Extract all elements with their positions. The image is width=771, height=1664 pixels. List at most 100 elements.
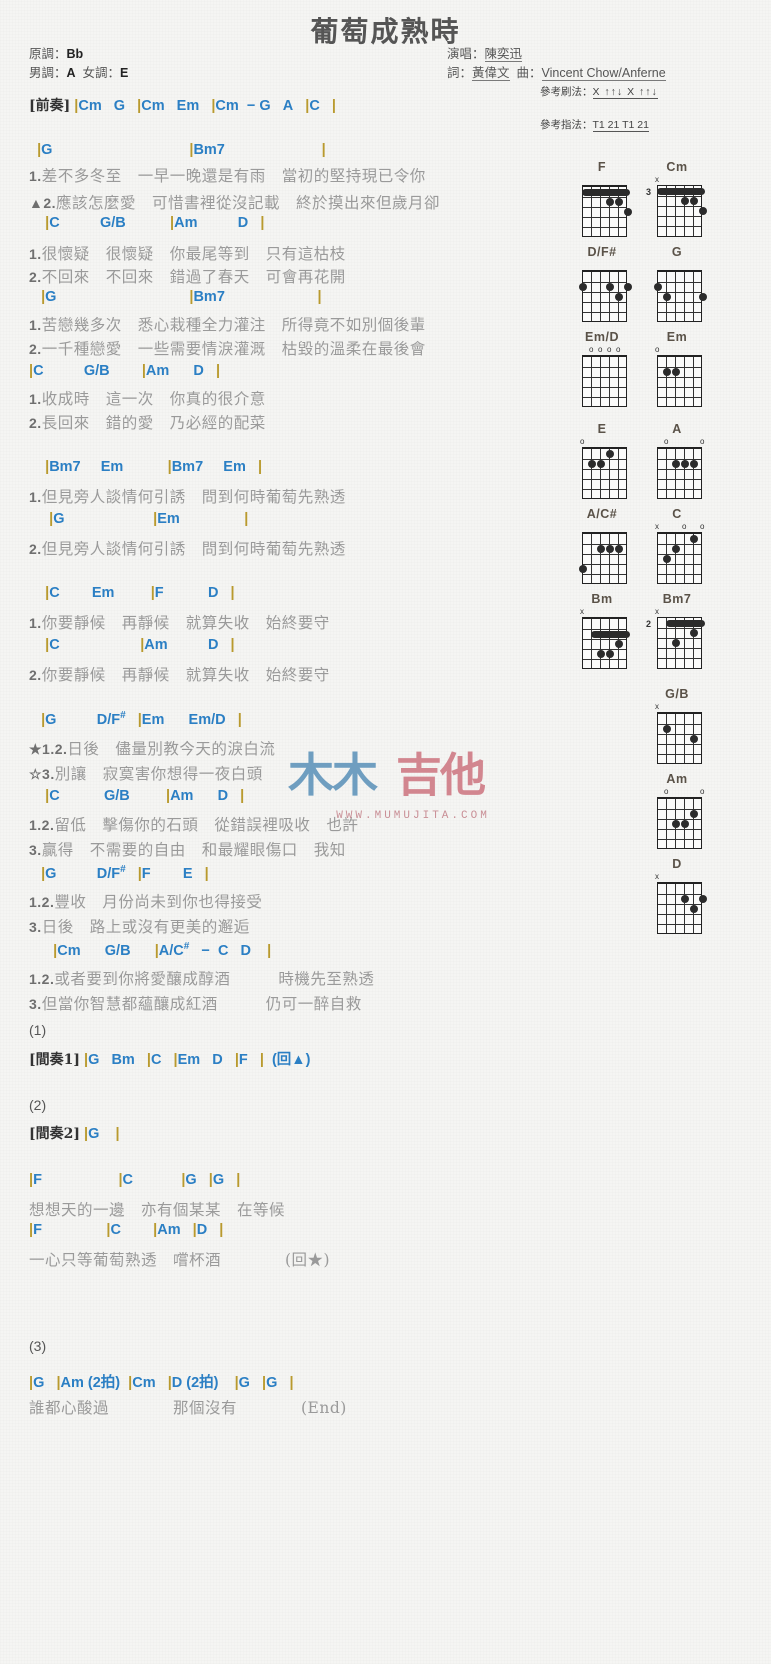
verse-number: 2. <box>29 341 42 357</box>
fret-line <box>583 312 626 313</box>
verse-number: 1. <box>29 168 42 184</box>
section-marker: (3) <box>29 1338 47 1354</box>
open-string-icon: o <box>700 787 705 796</box>
svg-text:木木: 木木 <box>288 748 378 802</box>
finger-dot <box>606 545 614 553</box>
section-tag: [間奏2] <box>29 1126 80 1142</box>
chord-diagram-cm: Cm x 3 <box>646 160 707 241</box>
chord-line: [間奏1] |G Bm |C |Em D |F | (回▲) <box>29 1052 311 1068</box>
lyric-line: 1.收成時 這一次 你真的很介意 <box>29 390 266 408</box>
chord-line: |G |Bm7 | <box>41 289 322 305</box>
open-string-icon: o <box>700 522 705 531</box>
fretboard-grid <box>657 447 702 499</box>
finger-dot <box>606 450 614 458</box>
chord-diagram-name: D <box>672 857 682 871</box>
chord-line: |G |Em | <box>49 511 249 527</box>
female-key-label: 女調： <box>82 66 121 80</box>
chord-diagram-bm7: Bm7 x 2 <box>646 592 706 673</box>
fret-line <box>658 839 701 840</box>
finger-dot <box>699 293 707 301</box>
verse-number: 1. <box>29 317 42 333</box>
verse-number: 1. <box>29 246 42 262</box>
chord-line: |C G/B |Am D | <box>29 363 221 379</box>
chord-line: |C G/B |Am D | <box>45 788 245 804</box>
fret-line <box>658 914 701 915</box>
fret-line <box>583 574 626 575</box>
string-line <box>609 534 610 583</box>
chord-diagram-grid-wrap <box>573 260 632 326</box>
finger-dot <box>681 895 689 903</box>
reference-picking-label: 參考指法： <box>540 119 593 131</box>
fretboard-grid <box>657 712 702 764</box>
chord-diagram-grid-wrap <box>573 522 631 588</box>
chord-diagram-name: E <box>597 422 607 436</box>
male-key-value: A <box>66 66 76 80</box>
chord-diagram-name: A/C# <box>586 507 618 521</box>
chord-line: |G D/F# |Em Em/D | <box>41 710 242 728</box>
fretboard-grid <box>579 532 627 584</box>
female-key-value: E <box>120 66 129 80</box>
finger-dot <box>681 197 689 205</box>
singer-value: 陳奕迅 <box>484 47 523 62</box>
string-marks: x <box>655 702 703 712</box>
lyric-line: 一心只等葡萄熟透 嚐杯酒 (回★) <box>29 1251 331 1269</box>
chord-diagram-grid-wrap <box>648 260 707 326</box>
string-line <box>591 272 592 321</box>
open-string-icon: o <box>616 345 621 354</box>
fret-line <box>658 479 701 480</box>
finger-dot <box>654 283 662 291</box>
open-string-icon: o <box>682 522 687 531</box>
open-string-icon: o <box>664 437 669 446</box>
chord-line: |G |Bm7 | <box>37 142 326 158</box>
fret-line <box>658 648 701 649</box>
string-marks: x <box>655 872 703 882</box>
barre-bar <box>666 620 705 627</box>
string-marks <box>582 175 628 185</box>
fret-line <box>583 479 626 480</box>
string-marks: xoo <box>655 522 705 532</box>
fret-line <box>658 754 701 755</box>
string-marks: o <box>580 437 628 447</box>
fret-line <box>658 924 701 925</box>
open-string-icon: o <box>664 787 669 796</box>
open-string-icon: o <box>700 437 705 446</box>
string-line <box>666 449 667 498</box>
fretboard-grid <box>657 617 705 669</box>
string-line <box>600 272 601 321</box>
chord-diagram-name: D/F# <box>587 245 617 259</box>
string-line <box>666 884 667 933</box>
credits-row: 詞：黃偉文 曲：Vincent Chow/Anferne <box>447 62 666 81</box>
string-marks <box>657 260 703 270</box>
string-marks: x <box>580 607 628 617</box>
string-line <box>600 357 601 406</box>
verse-number: 1. <box>29 391 42 407</box>
lyric-line: 2.長回來 錯的愛 乃必經的配菜 <box>29 414 266 432</box>
reference-strum-label: 參考刷法： <box>540 86 593 98</box>
chord-diagram-name: Em/D <box>585 330 619 344</box>
verse-number: 3. <box>29 996 42 1012</box>
open-string-icon: o <box>580 437 585 446</box>
lyric-line: 1.2.留低 擊傷你的石頭 從錯誤裡吸收 也許 <box>29 816 359 834</box>
chord-line: |C |Am D | <box>45 637 235 653</box>
finger-dot <box>663 368 671 376</box>
fret-line <box>658 282 701 283</box>
muted-string-icon: x <box>655 175 659 184</box>
chord-diagram-name: Bm <box>591 592 613 606</box>
finger-dot <box>579 283 587 291</box>
chord-diagram-grid-wrap <box>573 175 632 241</box>
chord-line: |Cm G/B |A/C# − C D | <box>53 941 272 959</box>
string-line <box>684 357 685 406</box>
fretboard-grid <box>582 447 627 499</box>
muted-string-icon: x <box>580 607 584 616</box>
fret-line <box>658 638 701 639</box>
finger-dot <box>579 565 587 573</box>
finger-dot <box>624 208 632 216</box>
finger-dot <box>699 895 707 903</box>
chord-diagram-name: A <box>672 422 682 436</box>
chord-line: |G |Am (2拍) |Cm |D (2拍) |G |G | <box>29 1375 294 1391</box>
svg-text:吉他: 吉他 <box>396 748 486 802</box>
string-line <box>675 534 676 583</box>
fretboard-grid <box>582 355 627 407</box>
fret-line <box>658 226 701 227</box>
lyric-line: ☆3.別讓 寂寞害你想得一夜白頭 <box>29 765 263 783</box>
